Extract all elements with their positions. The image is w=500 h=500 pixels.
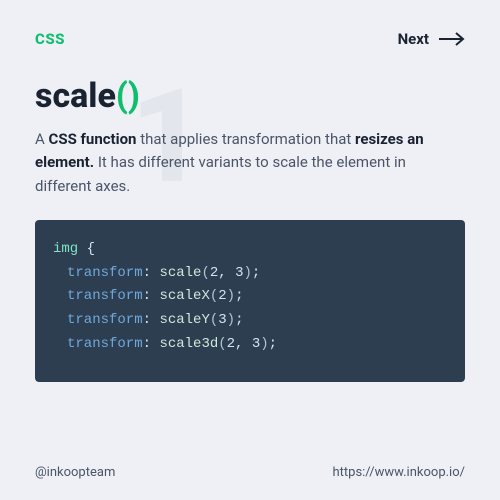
url[interactable]: https://www.inkoop.io/ xyxy=(332,465,465,480)
page-title: scale() xyxy=(35,76,465,116)
code-block: img { transform: scale(2, 3); transform:… xyxy=(35,220,465,382)
handle: @inkoopteam xyxy=(35,465,115,480)
css-badge: CSS xyxy=(35,30,65,48)
description: A CSS function that applies transformati… xyxy=(35,128,465,198)
next-label: Next xyxy=(398,30,429,48)
next-button[interactable]: Next xyxy=(398,30,465,48)
arrow-right-icon xyxy=(439,32,465,46)
